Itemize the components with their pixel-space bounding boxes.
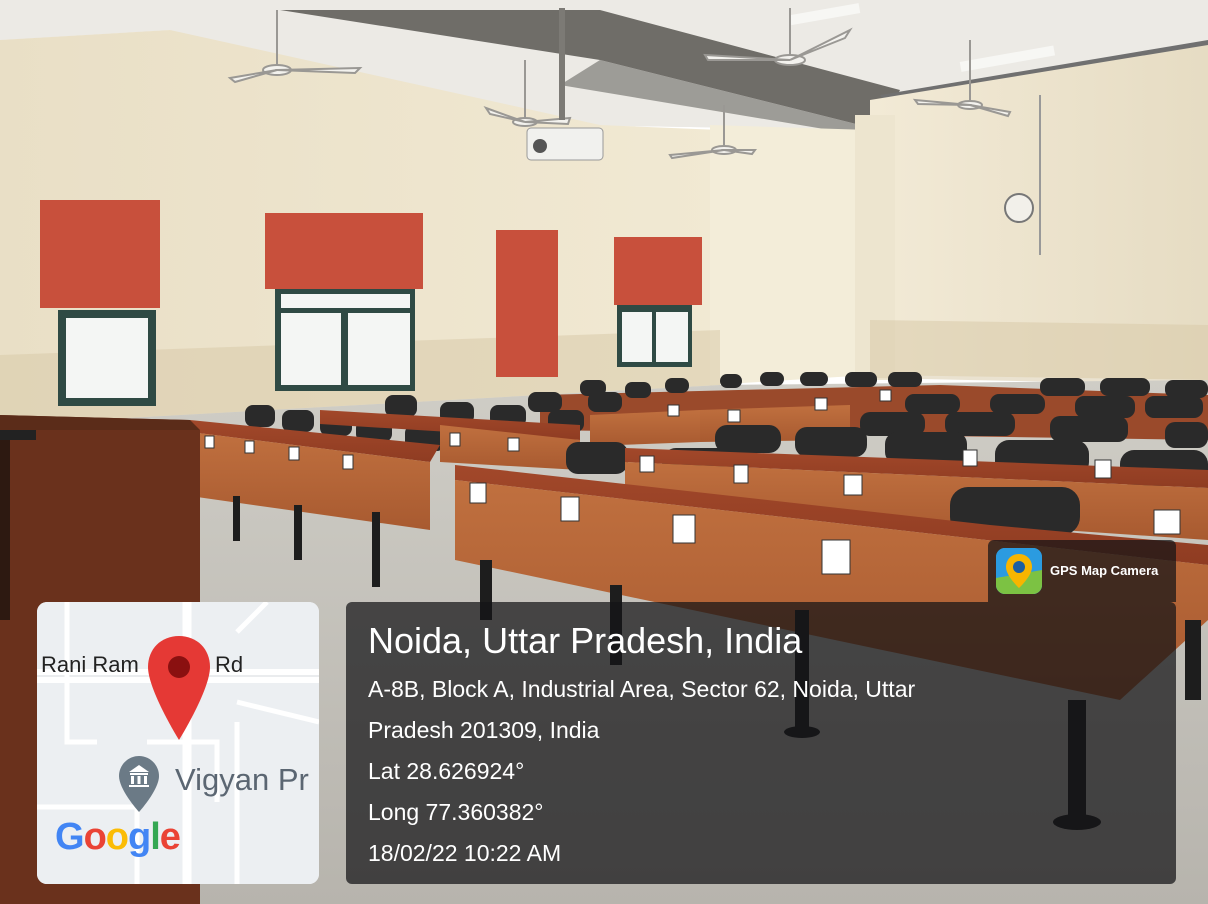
latitude: Lat 28.626924°	[368, 758, 525, 784]
map-pin-icon	[996, 548, 1042, 594]
address-line-2: Pradesh 201309, India	[368, 717, 600, 743]
museum-icon	[119, 756, 159, 812]
city-title: Noida, Uttar Pradesh, India	[368, 620, 803, 661]
road-label: Rani Ram	[41, 652, 139, 677]
road-label-suffix: Rd	[215, 652, 244, 677]
datetime: 18/02/22 10:22 AM	[368, 840, 562, 866]
location-pin-icon	[148, 636, 210, 740]
app-name: GPS Map Camera	[1050, 563, 1159, 578]
poi-label: Vigyan Pr	[175, 762, 309, 797]
location-info-panel: Noida, Uttar Pradesh, India A-8B, Block …	[346, 602, 1176, 884]
gps-map-camera-badge: GPS Map Camera	[988, 540, 1176, 602]
address-line-1: A-8B, Block A, Industrial Area, Sector 6…	[368, 676, 916, 702]
google-logo: Google	[55, 816, 181, 858]
longitude: Long 77.360382°	[368, 799, 544, 825]
map-thumbnail: Rani Ram Rd Vigyan Pr Google	[37, 602, 319, 884]
classroom-photo: Rani Ram Rd Vigyan Pr Google GPS Map Cam…	[0, 0, 1208, 904]
